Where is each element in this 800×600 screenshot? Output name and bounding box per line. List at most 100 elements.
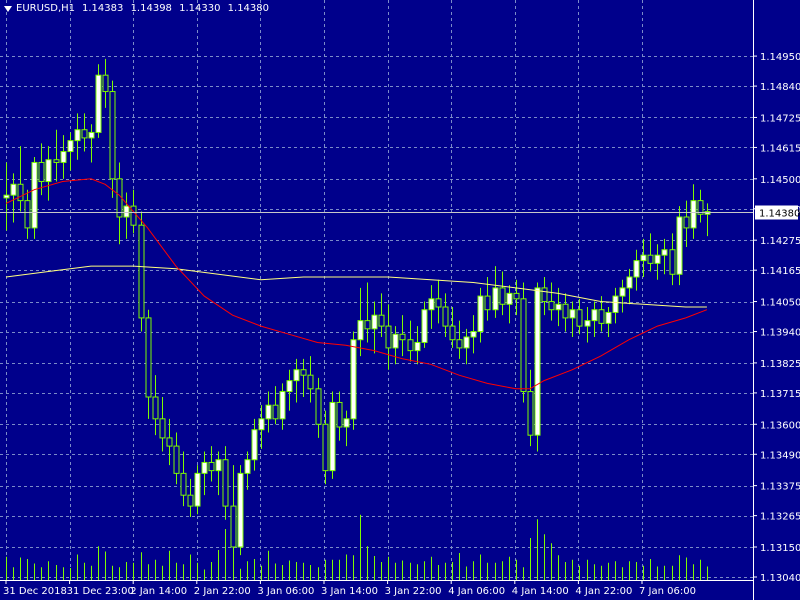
- candle-body: [159, 418, 166, 439]
- candle-body: [669, 249, 676, 275]
- candle-body: [166, 437, 173, 447]
- candle-body: [53, 159, 60, 163]
- candle-body: [428, 298, 435, 311]
- candle-body: [60, 151, 67, 163]
- candle-body: [421, 309, 428, 343]
- close-value: 1.14380: [227, 3, 270, 14]
- candle-body: [392, 333, 399, 349]
- candle-body: [576, 309, 583, 327]
- candle-body: [647, 254, 654, 264]
- candle-body: [102, 74, 109, 93]
- candle-body: [95, 74, 102, 133]
- price-tick-label: 1.14725: [760, 113, 800, 124]
- candle-body: [633, 260, 640, 278]
- candle-body: [329, 401, 336, 472]
- candle-body: [598, 309, 605, 324]
- candle-body: [477, 295, 484, 333]
- candle-body: [265, 404, 272, 420]
- candle-body: [584, 320, 591, 327]
- candle: [138, 211, 145, 332]
- time-tick-label: 3 Jan 06:00: [257, 586, 314, 597]
- candle-body: [499, 287, 506, 305]
- candle-body: [435, 298, 442, 308]
- candle-body: [548, 301, 555, 311]
- candle-body: [555, 303, 562, 311]
- price-tick-label: 1.14050: [760, 298, 800, 309]
- symbol-header: EURUSD,H1 1.14383 1.14398 1.14330 1.1438…: [4, 3, 273, 14]
- chart-background: [0, 0, 800, 600]
- candle-body: [562, 303, 569, 319]
- candle: [329, 391, 336, 479]
- candle-body: [343, 418, 350, 428]
- candle-body: [492, 287, 499, 311]
- candle-body: [138, 224, 145, 319]
- candle-body: [279, 391, 286, 420]
- chart-menu-triangle-icon[interactable]: [4, 5, 12, 12]
- price-tick-label: 1.14615: [760, 143, 800, 154]
- price-tick-label: 1.14840: [760, 82, 800, 93]
- price-tick-label: 1.13490: [760, 450, 800, 461]
- candle-body: [463, 336, 470, 349]
- chart-window[interactable]: 1.14950 1.14840 1.14725 1.14615 1.14500 1.143…: [0, 0, 800, 600]
- price-chart[interactable]: 1.14950 1.14840 1.14725 1.14615 1.14500 1.143…: [0, 0, 800, 600]
- candle-body: [683, 216, 690, 229]
- candle-body: [605, 311, 612, 324]
- candle-body: [293, 369, 300, 382]
- candle-body: [187, 494, 194, 507]
- candle-body: [506, 292, 513, 305]
- candle-body: [407, 339, 414, 352]
- open-value: 1.14383: [82, 3, 124, 14]
- candle-body: [286, 380, 293, 393]
- price-tick-label: 1.14950: [760, 52, 800, 63]
- candle-body: [272, 404, 279, 420]
- time-tick-label: 31 Dec 23:00: [67, 586, 134, 597]
- price-tick-label: 1.13715: [760, 389, 800, 400]
- candle-body: [109, 91, 116, 180]
- time-tick-label: 2 Jan 22:00: [194, 586, 251, 597]
- candle-body: [399, 333, 406, 341]
- candle-body: [619, 287, 626, 297]
- candle-body: [640, 254, 647, 262]
- candle-body: [534, 287, 541, 436]
- candle-body: [513, 292, 520, 300]
- candle-body: [357, 320, 364, 341]
- candle-body: [322, 423, 329, 472]
- price-tick-label: 1.13940: [760, 328, 800, 339]
- candle-body: [145, 317, 152, 398]
- candle-body: [3, 194, 10, 199]
- candle-body: [661, 249, 668, 256]
- candle-body: [591, 309, 598, 322]
- candle-body: [194, 472, 201, 507]
- candle-body: [258, 418, 265, 431]
- candle: [31, 157, 38, 239]
- candle: [95, 64, 102, 138]
- candle-body: [442, 306, 449, 327]
- price-tick-label: 1.14275: [760, 236, 800, 247]
- candle-body: [449, 325, 456, 341]
- candle-body: [215, 459, 222, 472]
- candle-body: [201, 461, 208, 474]
- high-value: 1.14398: [130, 3, 172, 14]
- candle-body: [371, 314, 378, 330]
- candle-body: [690, 200, 697, 229]
- candle-body: [88, 131, 95, 139]
- time-tick-label: 3 Jan 14:00: [321, 586, 378, 597]
- candle-body: [222, 459, 229, 507]
- candle-body: [350, 339, 357, 420]
- price-tick-label: 1.14165: [760, 266, 800, 277]
- candle-body: [38, 161, 45, 183]
- candle-body: [612, 295, 619, 313]
- candle-body: [81, 129, 88, 139]
- candle-body: [527, 391, 534, 436]
- candle-body: [414, 341, 421, 352]
- price-tick-label: 1.13150: [760, 543, 800, 554]
- ohlc-values: 1.14383 1.14398 1.14330 1.14380: [82, 3, 273, 14]
- candle-body: [569, 309, 576, 319]
- candle-body: [654, 254, 661, 264]
- candle-body: [251, 429, 258, 461]
- low-value: 1.14330: [179, 3, 221, 14]
- candle-body: [45, 159, 52, 183]
- candle-body: [336, 401, 343, 428]
- time-tick-label: 4 Jan 22:00: [575, 586, 632, 597]
- candle-body: [31, 161, 38, 229]
